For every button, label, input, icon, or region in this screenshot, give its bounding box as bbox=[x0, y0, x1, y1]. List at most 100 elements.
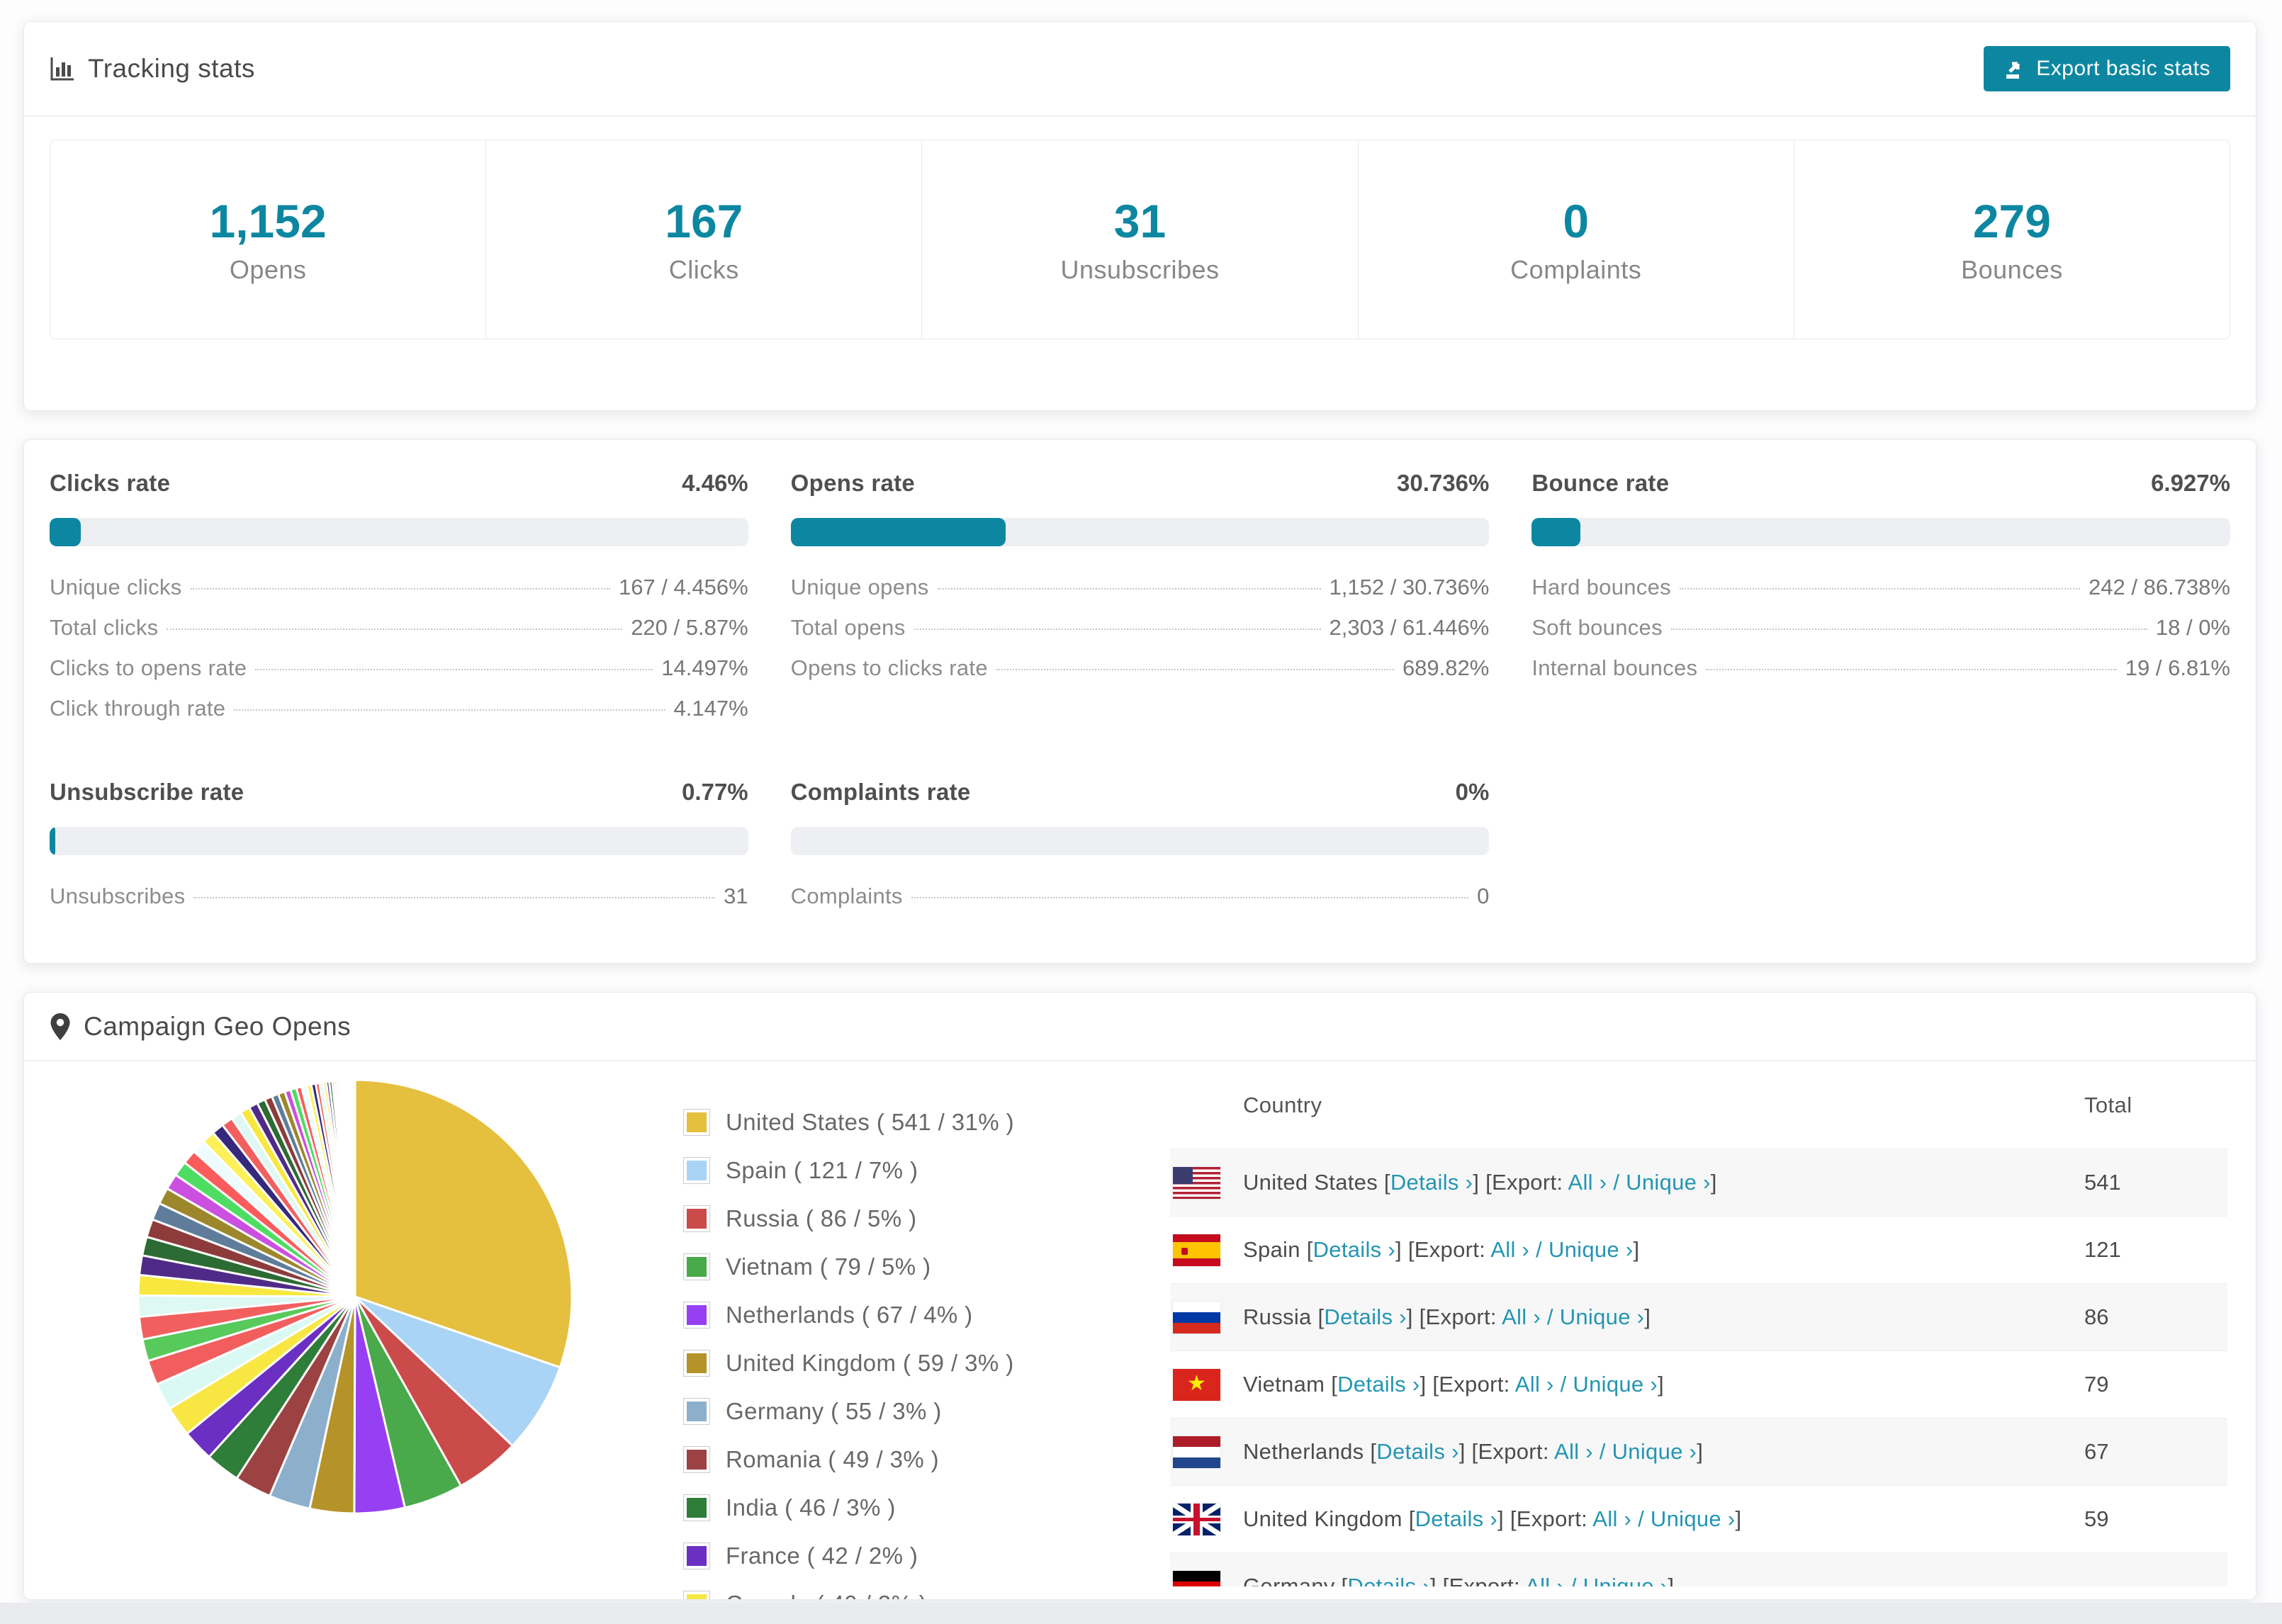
pie-slice[interactable] bbox=[353, 1078, 356, 1298]
country-flag-icon bbox=[1173, 1234, 1220, 1266]
rate-row-value: 18 / 0% bbox=[2155, 615, 2230, 640]
rate-row-label: Soft bounces bbox=[1531, 615, 1663, 640]
rate-panel-value: 4.46% bbox=[682, 470, 748, 496]
rate-row-label: Clicks to opens rate bbox=[50, 655, 247, 680]
stat-label: Complaints bbox=[1510, 255, 1642, 284]
export-label: [Export: bbox=[1419, 1304, 1502, 1329]
dotted-leader bbox=[1679, 588, 2081, 590]
legend-swatch bbox=[683, 1302, 710, 1329]
rate-row-value: 14.497% bbox=[661, 655, 748, 680]
dotted-leader bbox=[937, 588, 1321, 590]
rate-panel-title: Unsubscribe rate bbox=[50, 779, 244, 805]
country-name: Netherlands bbox=[1243, 1439, 1371, 1464]
rate-row-label: Click through rate bbox=[50, 696, 226, 721]
stat-box: 1,152 Opens bbox=[50, 140, 487, 339]
export-unique-link[interactable]: Unique › bbox=[1583, 1574, 1668, 1586]
export-unique-link[interactable]: Unique › bbox=[1548, 1237, 1634, 1262]
rate-panel-value: 30.736% bbox=[1397, 470, 1490, 496]
legend-swatch bbox=[683, 1591, 710, 1599]
country-flag-icon bbox=[1173, 1301, 1220, 1333]
bracket: ] bbox=[1420, 1372, 1433, 1397]
country-flag-icon bbox=[1173, 1166, 1220, 1199]
export-unique-link[interactable]: Unique › bbox=[1651, 1506, 1736, 1531]
bracket: ] bbox=[1697, 1439, 1704, 1464]
dotted-leader bbox=[1706, 669, 2117, 670]
bracket: ] bbox=[1395, 1237, 1408, 1262]
country-flag-icon bbox=[1173, 1570, 1220, 1586]
rate-progress-fill bbox=[1531, 518, 1580, 546]
rate-row-label: Unique clicks bbox=[50, 575, 182, 599]
rate-panel-title: Opens rate bbox=[790, 470, 916, 496]
export-all-link[interactable]: All › bbox=[1490, 1237, 1529, 1262]
rate-panel: Clicks rate 4.46% Unique clicks 167 / 4.… bbox=[50, 470, 748, 736]
geo-title-text: Campaign Geo Opens bbox=[84, 1011, 352, 1041]
details-link[interactable]: Details › bbox=[1390, 1170, 1473, 1195]
rate-row-label: Unsubscribes bbox=[50, 884, 186, 908]
country-cell-text: United States [Details ›] [Export: All ›… bbox=[1243, 1170, 1717, 1195]
slash: / bbox=[1540, 1304, 1560, 1329]
rate-progress-track bbox=[50, 827, 748, 855]
details-link[interactable]: Details › bbox=[1376, 1439, 1458, 1464]
details-link[interactable]: Details › bbox=[1313, 1237, 1395, 1262]
details-link[interactable]: Details › bbox=[1337, 1372, 1420, 1397]
bracket: ] bbox=[1735, 1506, 1742, 1531]
country-name: Spain bbox=[1243, 1237, 1307, 1262]
slash: / bbox=[1553, 1372, 1573, 1397]
rate-row-value: 19 / 6.81% bbox=[2125, 655, 2230, 680]
export-unique-link[interactable]: Unique › bbox=[1626, 1170, 1711, 1195]
geo-opens-pie-chart[interactable] bbox=[128, 1070, 582, 1523]
export-unique-link[interactable]: Unique › bbox=[1573, 1372, 1658, 1397]
export-all-link[interactable]: All › bbox=[1568, 1170, 1607, 1195]
geo-title: Campaign Geo Opens bbox=[50, 1012, 351, 1042]
rate-row-value: 689.82% bbox=[1402, 655, 1490, 680]
slash: / bbox=[1631, 1506, 1651, 1531]
country-name: Russia bbox=[1243, 1304, 1318, 1329]
rate-row-label: Internal bounces bbox=[1531, 655, 1698, 680]
details-link[interactable]: Details › bbox=[1324, 1304, 1406, 1329]
table-row: Germany [Details ›] [Export: All › / Uni… bbox=[1170, 1552, 2227, 1586]
rates-grid: Clicks rate 4.46% Unique clicks 167 / 4.… bbox=[24, 440, 2256, 924]
bracket: ] bbox=[1406, 1304, 1420, 1329]
rate-panel: Bounce rate 6.927% Hard bounces 242 / 86… bbox=[1531, 470, 2230, 736]
rate-row-value: 242 / 86.738% bbox=[2089, 575, 2230, 599]
rate-progress-track bbox=[790, 827, 1490, 855]
rate-row-label: Opens to clicks rate bbox=[790, 655, 988, 680]
stat-value: 279 bbox=[1972, 195, 2051, 247]
country-cell-text: Vietnam [Details ›] [Export: All › / Uni… bbox=[1243, 1372, 1664, 1397]
legend-swatch bbox=[683, 1109, 710, 1136]
export-basic-stats-button[interactable]: Export basic stats bbox=[1984, 46, 2230, 91]
details-link[interactable]: Details › bbox=[1347, 1574, 1429, 1586]
country-cell-text: Germany [Details ›] [Export: All › / Uni… bbox=[1243, 1574, 1674, 1586]
rate-row-value: 167 / 4.456% bbox=[618, 575, 748, 599]
export-all-link[interactable]: All › bbox=[1554, 1439, 1593, 1464]
stat-label: Bounces bbox=[1961, 255, 2063, 284]
details-link[interactable]: Details › bbox=[1415, 1506, 1497, 1531]
legend-label: United Kingdom ( 59 / 3% ) bbox=[726, 1350, 1014, 1376]
rate-row: Opens to clicks rate 689.82% bbox=[791, 655, 1490, 696]
country-flag-icon bbox=[1173, 1436, 1220, 1468]
slash: / bbox=[1592, 1439, 1612, 1464]
rate-row-value: 1,152 / 30.736% bbox=[1329, 575, 1490, 599]
export-unique-link[interactable]: Unique › bbox=[1560, 1304, 1645, 1329]
export-unique-link[interactable]: Unique › bbox=[1612, 1439, 1697, 1464]
rate-row: Internal bounces 19 / 6.81% bbox=[1531, 655, 2230, 696]
rate-row: Soft bounces 18 / 0% bbox=[1531, 615, 2230, 655]
map-pin-icon bbox=[50, 1013, 70, 1040]
rate-row-value: 220 / 5.87% bbox=[631, 615, 748, 640]
total-cell: 86 bbox=[2084, 1304, 2109, 1329]
stat-label: Opens bbox=[229, 255, 307, 284]
legend-item: Romania ( 49 / 3% ) bbox=[683, 1436, 1014, 1484]
stat-box: 167 Clicks bbox=[486, 140, 923, 339]
rate-progress-fill bbox=[50, 827, 55, 855]
export-all-link[interactable]: All › bbox=[1525, 1574, 1564, 1586]
total-cell: 541 bbox=[2084, 1170, 2121, 1195]
rate-progress-track bbox=[790, 518, 1490, 546]
export-all-link[interactable]: All › bbox=[1592, 1506, 1631, 1531]
export-all-link[interactable]: All › bbox=[1515, 1372, 1554, 1397]
total-cell: 67 bbox=[2084, 1439, 2109, 1464]
dotted-leader bbox=[914, 628, 1321, 630]
export-all-link[interactable]: All › bbox=[1502, 1304, 1541, 1329]
stat-value: 1,152 bbox=[209, 195, 327, 247]
bracket: [ bbox=[1408, 1506, 1415, 1531]
rate-rows: Unsubscribes 31 bbox=[50, 884, 748, 924]
